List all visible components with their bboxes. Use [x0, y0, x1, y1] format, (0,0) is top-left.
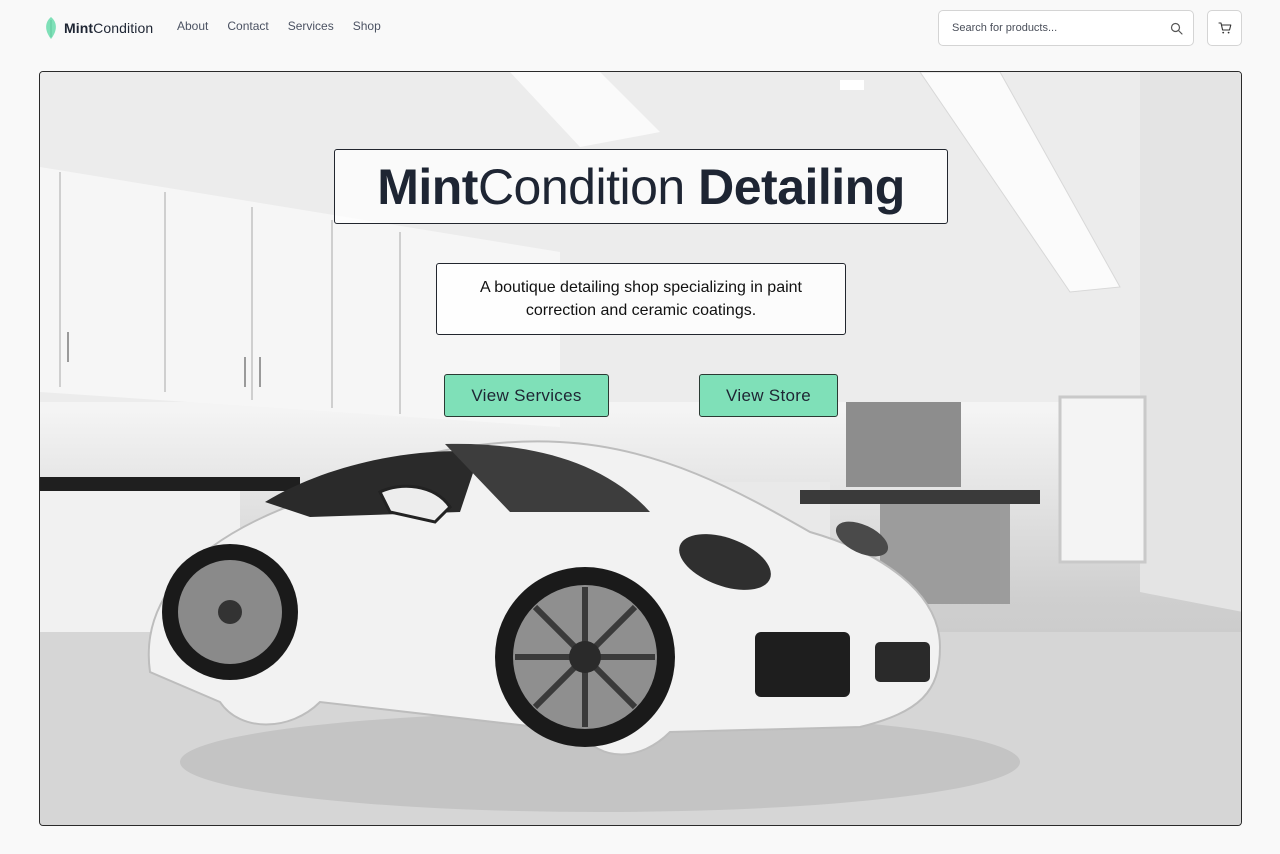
brand-name-regular: Condition	[93, 20, 154, 36]
nav-item-contact[interactable]: Contact	[227, 19, 268, 33]
site-header: MintCondition About Contact Services Sho…	[0, 0, 1280, 56]
view-services-button[interactable]: View Services	[444, 374, 609, 417]
hero-section: MintCondition Detailing A boutique detai…	[39, 71, 1242, 826]
nav-item-shop[interactable]: Shop	[353, 19, 381, 33]
hero-title-bold-2: Detailing	[698, 158, 905, 215]
hero-title-regular: Condition	[477, 158, 685, 215]
nav-item-about[interactable]: About	[177, 19, 208, 33]
hero-subtitle-box: A boutique detailing shop specializing i…	[436, 263, 846, 335]
brand-name-bold: Mint	[64, 20, 94, 36]
brand-logo[interactable]: MintCondition	[44, 14, 153, 42]
leaf-icon	[46, 17, 56, 39]
view-store-button[interactable]: View Store	[699, 374, 838, 417]
main-nav: About Contact Services Shop	[177, 19, 381, 33]
brand-name: MintCondition	[64, 20, 153, 36]
hero-title-bold-1: Mint	[377, 158, 478, 215]
nav-item-services[interactable]: Services	[288, 19, 334, 33]
hero-title-box: MintCondition Detailing	[334, 149, 948, 224]
search-bar	[938, 10, 1194, 46]
cart-button[interactable]	[1207, 10, 1242, 46]
hero-subtitle: A boutique detailing shop specializing i…	[479, 279, 802, 319]
cart-icon	[1217, 22, 1231, 34]
search-icon[interactable]	[1170, 22, 1183, 35]
hero-title: MintCondition Detailing	[377, 162, 905, 212]
search-input[interactable]	[939, 11, 1169, 45]
